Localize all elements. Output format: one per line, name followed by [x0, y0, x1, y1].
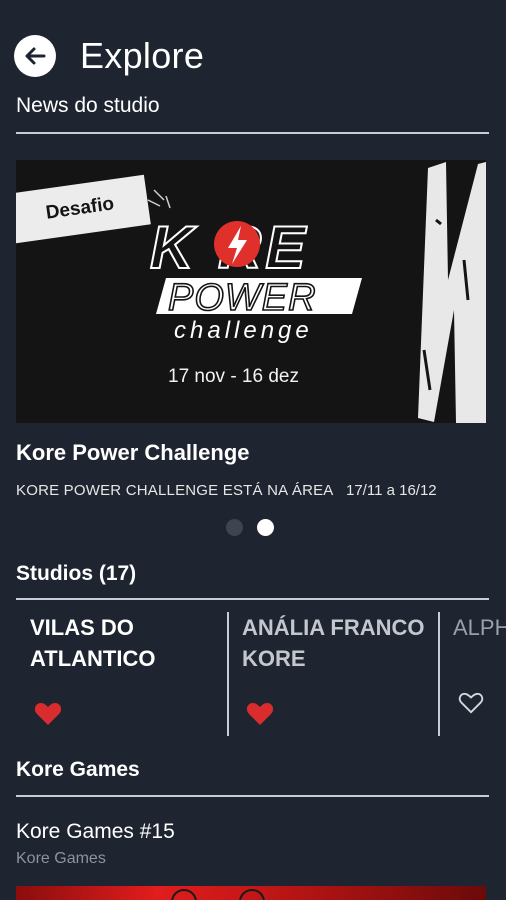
news-title[interactable]: Kore Power Challenge — [16, 440, 250, 466]
logo-line2: POWER — [168, 277, 317, 319]
page-title: Explore — [80, 35, 205, 76]
heart-filled-icon[interactable] — [246, 702, 274, 726]
games-title: Kore Games — [16, 758, 140, 781]
news-banner[interactable]: Desafio K RE POWER challenge 17 nov - 16… — [16, 160, 486, 423]
heart-filled-icon[interactable] — [34, 702, 62, 726]
back-button[interactable] — [14, 35, 56, 77]
studio-name-line2: ATLANTICO — [30, 646, 156, 671]
kore-logo: K RE POWER challenge — [149, 213, 362, 344]
studio-card-alpha[interactable]: ALPHA — [453, 612, 506, 734]
studio-name-line2: KORE — [242, 646, 306, 671]
games-divider — [16, 795, 489, 797]
pager-dot-1[interactable] — [226, 519, 243, 536]
studio-name-line1: ANÁLIA FRANCO — [242, 615, 425, 640]
news-subtitle: KORE POWER CHALLENGE ESTÁ NA ÁREA — [16, 482, 334, 499]
game-item-subtitle: Kore Games — [16, 850, 106, 867]
pager-dot-2-active[interactable] — [257, 519, 274, 536]
header: Explore — [14, 34, 204, 78]
studio-separator — [438, 612, 440, 736]
news-divider — [16, 132, 489, 134]
news-section-label: News do studio — [16, 94, 160, 117]
news-date: 17/11 a 16/12 — [346, 482, 437, 499]
logo-line3: challenge — [174, 317, 313, 344]
studios-title: Studios (17) — [16, 562, 137, 585]
arrow-left-icon — [25, 47, 46, 65]
studio-name-line1: VILAS DO — [30, 615, 134, 640]
game-item-title[interactable]: Kore Games #15 — [16, 820, 175, 844]
studio-name-line1: ALPHA — [453, 615, 506, 640]
game-image-graphic — [171, 889, 265, 900]
game-item-image[interactable] — [16, 886, 486, 900]
heart-outline-icon[interactable] — [458, 692, 484, 714]
studio-separator — [227, 612, 229, 736]
banner-date: 17 nov - 16 dez — [168, 366, 299, 387]
studios-divider — [16, 598, 489, 600]
